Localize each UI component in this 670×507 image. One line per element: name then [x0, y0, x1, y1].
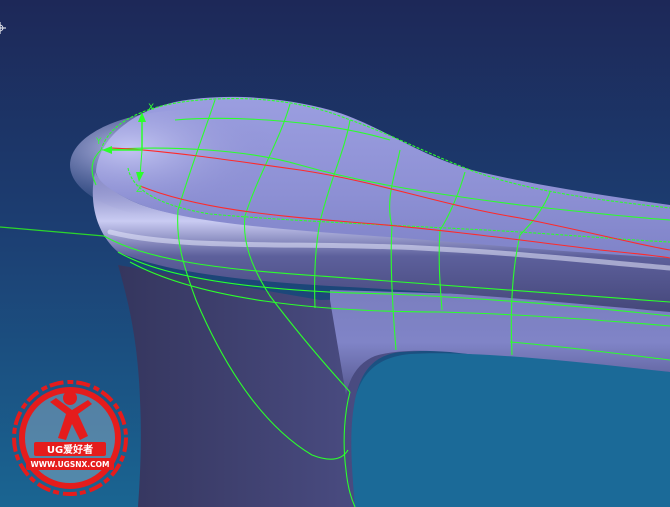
triad-z-label: Z	[136, 185, 142, 195]
top-surface-highlight	[70, 110, 310, 220]
arm-gap-background	[351, 353, 670, 507]
scene-canvas[interactable]: X Y Z UG爱好者 WWW.UGSNX.COM	[0, 0, 670, 507]
3d-viewport[interactable]: X Y Z UG爱好者 WWW.UGSNX.COM	[0, 0, 670, 507]
watermark-url-text: WWW.UGSNX.COM	[31, 460, 110, 469]
triad-x-label: X	[148, 103, 154, 113]
triad-y-label: Y	[95, 137, 102, 147]
watermark-brand-text: UG爱好者	[47, 443, 93, 456]
